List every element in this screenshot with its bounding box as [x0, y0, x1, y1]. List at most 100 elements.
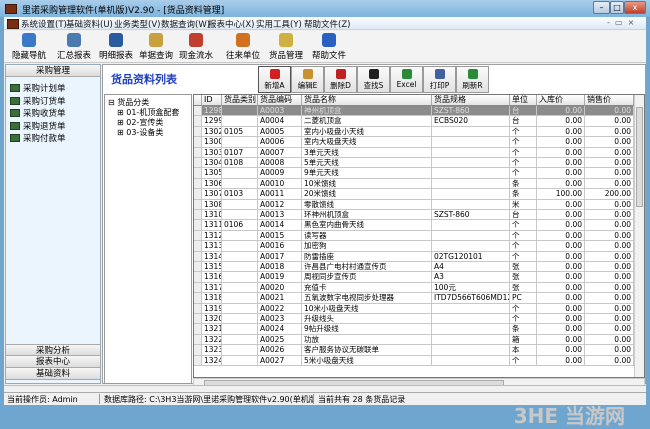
tree-node[interactable]: ⊞ 02-宣传类	[105, 118, 191, 128]
row-indicator[interactable]	[194, 334, 202, 346]
toolbar-button[interactable]: 货品管理	[266, 32, 306, 62]
mdi-restore-button[interactable]: ▭	[615, 18, 623, 27]
category-tree[interactable]: ⊟ 货品分类 ⊞ 01-机顶盒配套 ⊞ 02-宣传类 ⊞ 03-设备类	[104, 94, 192, 384]
table-row[interactable]: 1308 A0012 零散馈线米 0.00 0.00	[194, 199, 634, 210]
action-button[interactable]: 刷新R	[456, 66, 489, 93]
toolbar-button[interactable]: 汇总报表	[54, 32, 94, 62]
menu-item[interactable]: 系统设置(T)	[21, 18, 67, 30]
expand-icon[interactable]: ⊞	[117, 108, 126, 117]
sidebar-item[interactable]: 采购付款单	[10, 132, 66, 144]
mdi-minimize-button[interactable]: -	[607, 18, 610, 27]
row-indicator[interactable]	[194, 324, 202, 335]
menu-item[interactable]: 报表中心(X)	[208, 18, 254, 30]
table-row[interactable]: 1321 A0024 9帖升级线条 0.00 0.00	[194, 324, 634, 335]
action-button[interactable]: 打印P	[423, 66, 456, 93]
table-row[interactable]: 1324 A0027 5米小吸盘天线个 0.00 0.00	[194, 355, 634, 366]
table-row[interactable]: 1306 A0010 10米馈线条 0.00 0.00	[194, 178, 634, 190]
expand-icon[interactable]: ⊞	[117, 128, 126, 137]
row-indicator[interactable]	[194, 230, 202, 242]
row-indicator[interactable]	[194, 126, 202, 138]
table-row[interactable]: 1310 A0013 环神州机顶盒 SZST-860 台 0.00 0.00	[194, 210, 634, 221]
table-row[interactable]: 1307 0103 A0011 20米馈线 条 100.00 200.00	[194, 189, 634, 200]
action-button[interactable]: 查找S	[357, 66, 390, 93]
column-header[interactable]: 货品类别	[222, 95, 258, 106]
column-header[interactable]: 销售价	[585, 95, 634, 106]
column-header[interactable]: 入库价	[537, 95, 585, 106]
sidebar-section-basic-data[interactable]: 基础资料	[6, 368, 100, 380]
table-row[interactable]: 1298 A0003 神州机顶盒 SZST-860 台 0.00 0.00	[194, 106, 634, 117]
row-indicator[interactable]	[194, 210, 202, 221]
sidebar-item[interactable]: 采购计划单	[10, 82, 66, 94]
table-row[interactable]: 1319 A0022 10米小吸盘天线个 0.00 0.00	[194, 303, 634, 314]
table-row[interactable]: 1299 A0004 二菱机顶盒 ECBS020 台 0.00 0.00	[194, 116, 634, 127]
table-row[interactable]: 1318 A0021五氧波数字电视同步处理器ITD7D566T606MD1212P…	[194, 293, 634, 304]
sidebar-item[interactable]: 采购收货单	[10, 107, 66, 119]
row-indicator[interactable]	[194, 106, 202, 117]
toolbar-button[interactable]: 往来单位	[223, 32, 263, 62]
table-row[interactable]: 1304 0108 A0008 5单元天线个 0.00 0.00	[194, 158, 634, 169]
table-row[interactable]: 1305 A0009 9单元天线个 0.00 0.00	[194, 168, 634, 179]
row-indicator[interactable]	[194, 282, 202, 294]
row-indicator[interactable]	[194, 199, 202, 210]
column-header[interactable]: ID	[202, 95, 222, 106]
row-indicator[interactable]	[194, 293, 202, 304]
column-header[interactable]: 货品编码	[258, 95, 302, 106]
row-indicator[interactable]	[194, 272, 202, 283]
sidebar-item[interactable]: 采购退货单	[10, 120, 66, 132]
table-row[interactable]: 1302 0105 A0005 室内小吸盘小天线个 0.00 0.00	[194, 126, 634, 138]
menu-item[interactable]: 业务类型(V)	[114, 18, 160, 30]
row-indicator[interactable]	[194, 158, 202, 169]
toolbar-button[interactable]: 隐藏导航	[9, 32, 49, 62]
toolbar-button[interactable]: 帮助文件	[309, 32, 349, 62]
column-header[interactable]: 货品名称	[302, 95, 432, 106]
maximize-button[interactable]: □	[610, 1, 624, 14]
row-indicator[interactable]	[194, 345, 202, 356]
table-row[interactable]: 1303 0107 A0007 3单元天线个 0.00 0.00	[194, 147, 634, 158]
row-indicator[interactable]	[194, 116, 202, 127]
sidebar-section-analysis[interactable]: 采购分析	[6, 344, 100, 356]
toolbar-button[interactable]: 单据查询	[136, 32, 176, 62]
menu-item[interactable]: 帮助文件(Z)	[304, 18, 350, 30]
minimize-button[interactable]: –	[593, 1, 610, 14]
table-row[interactable]: 1317 A0020 充值卡 100元张 0.00 0.00	[194, 282, 634, 294]
action-button[interactable]: 删除D	[324, 66, 357, 93]
table-row[interactable]: 1316 A0019 周视同步宣传页 A3 张 0.00 0.00	[194, 272, 634, 283]
column-header[interactable]: 单位	[510, 95, 537, 106]
row-indicator[interactable]	[194, 251, 202, 262]
table-row[interactable]: 1300 A0006 室内大吸盘天线个 0.00 0.00	[194, 137, 634, 148]
action-button[interactable]: 新增A	[258, 66, 291, 93]
row-indicator[interactable]	[194, 178, 202, 190]
table-row[interactable]: 1320 A0023 升级线头个 0.00 0.00	[194, 314, 634, 325]
tree-node[interactable]: ⊞ 03-设备类	[105, 128, 191, 138]
sidebar-section-reports[interactable]: 报表中心	[6, 356, 100, 368]
sidebar-header-purchase[interactable]: 采购管理	[6, 65, 100, 77]
tree-node[interactable]: ⊞ 01-机顶盒配套	[105, 108, 191, 118]
row-indicator[interactable]	[194, 262, 202, 273]
row-indicator[interactable]	[194, 355, 202, 366]
row-indicator[interactable]	[194, 241, 202, 252]
close-button[interactable]: x	[624, 1, 646, 14]
row-indicator[interactable]	[194, 314, 202, 325]
table-row[interactable]: 1311 0106 A0014 黑色室内曲骨天线个 0.00 0.00	[194, 220, 634, 231]
table-row[interactable]: 1315 A0018 许昌县广电村村通宣传页 A4 张 0.00 0.00	[194, 262, 634, 273]
menu-item[interactable]: 基础资料(U)	[66, 18, 113, 30]
row-indicator[interactable]	[194, 168, 202, 179]
row-indicator[interactable]	[194, 147, 202, 158]
tree-root[interactable]: ⊟ 货品分类	[105, 95, 191, 108]
menu-item[interactable]: 实用工具(Y)	[256, 18, 302, 30]
row-indicator[interactable]	[194, 189, 202, 200]
vertical-scrollbar[interactable]	[634, 95, 644, 377]
row-indicator[interactable]	[194, 303, 202, 314]
toolbar-button[interactable]: 明细报表	[96, 32, 136, 62]
mdi-close-button[interactable]: ×	[628, 18, 635, 27]
action-button[interactable]: 编辑E	[291, 66, 324, 93]
expand-icon[interactable]: ⊞	[117, 118, 126, 127]
menu-item[interactable]: 数据查询(W)	[161, 18, 210, 30]
table-row[interactable]: 1314 A0017 防雷插座 02TG120101 个 0.00 0.00	[194, 251, 634, 262]
vertical-scroll-thumb[interactable]	[636, 107, 643, 207]
row-indicator[interactable]	[194, 137, 202, 148]
table-row[interactable]: 1312 A0015 读写器个 0.00 0.00	[194, 230, 634, 242]
sidebar-item[interactable]: 采购订货单	[10, 95, 66, 107]
table-row[interactable]: 1313 A0016 加密狗个 0.00 0.00	[194, 241, 634, 252]
row-indicator[interactable]	[194, 220, 202, 231]
